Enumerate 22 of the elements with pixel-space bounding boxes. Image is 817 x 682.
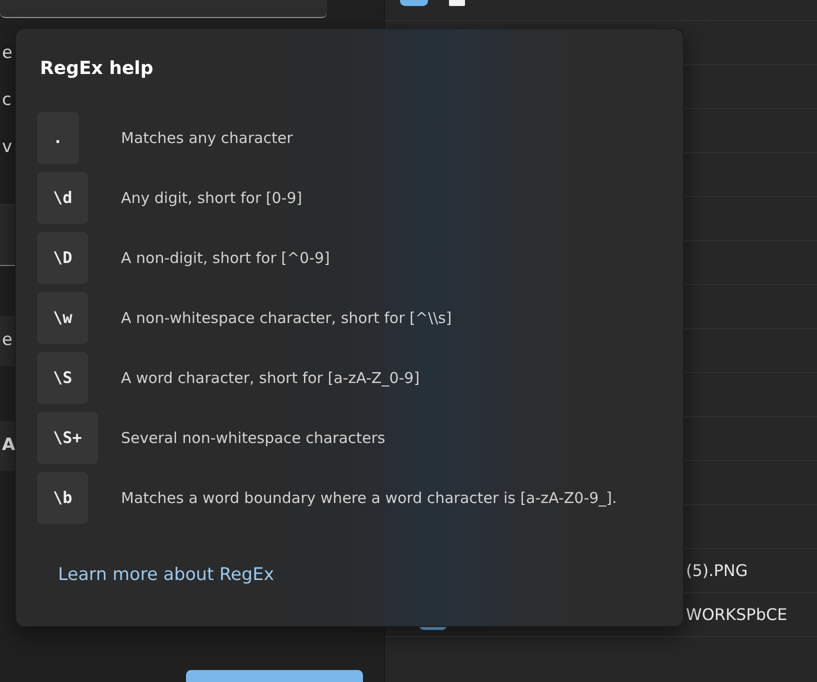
token-description: Any digit, short for [0-9] (121, 188, 302, 209)
label-text: c (2, 88, 12, 112)
regex-token: \b (37, 472, 88, 524)
file-name: (5).PNG (686, 560, 748, 582)
token-description: A non-whitespace character, short for [^\\s] (121, 308, 452, 329)
regex-token: \w (37, 292, 88, 344)
token-description: A non-digit, short for [^0-9] (121, 248, 330, 269)
regex-token: \S (37, 352, 88, 404)
popup-title: RegEx help (40, 57, 154, 81)
regex-token: \D (37, 232, 88, 284)
regex-token: . (37, 112, 79, 164)
token-description: Matches a word boundary where a word character is [a-zA-Z0-9_]. (121, 488, 617, 509)
token-description: Matches any character (121, 128, 293, 149)
token-description: Several non-whitespace characters (121, 428, 386, 449)
regex-token: \S+ (37, 412, 98, 464)
label-text: v (2, 136, 12, 159)
label-text: e (2, 42, 12, 65)
learn-more-link[interactable]: Learn more about RegEx (58, 562, 274, 588)
file-name: WORKSPbCE (686, 604, 788, 626)
token-description: A word character, short for [a-zA-Z_0-9] (121, 368, 420, 389)
regex-token: \d (37, 172, 88, 224)
input-field[interactable] (0, 0, 327, 18)
